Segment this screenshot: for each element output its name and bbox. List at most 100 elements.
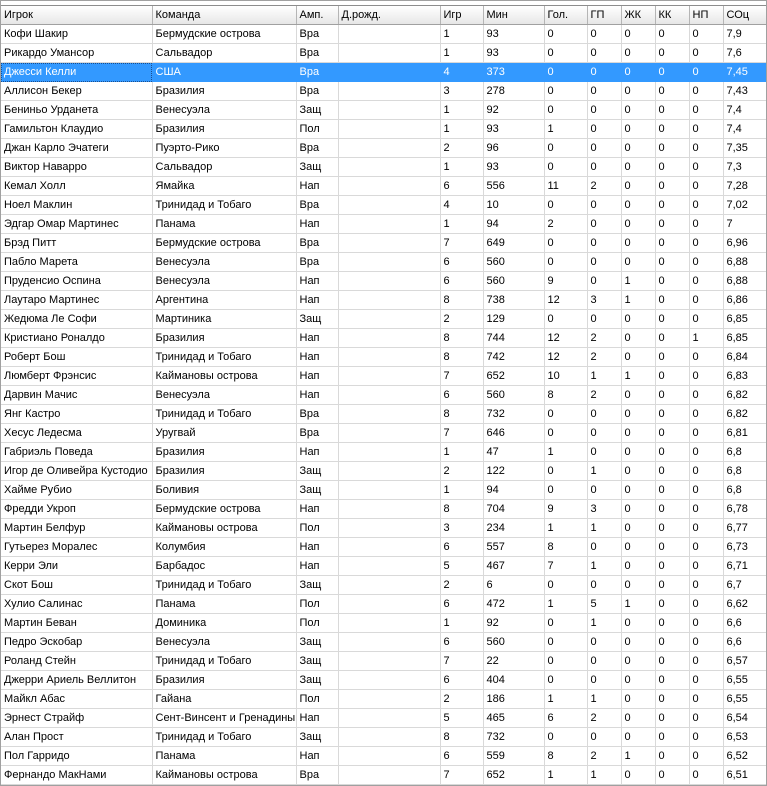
cell-red-cards: 0	[655, 81, 690, 101]
cell-player: Джесси Келли	[1, 62, 153, 82]
cell-team: Аргентина	[152, 290, 297, 310]
cell-yellow-cards: 0	[621, 309, 656, 329]
table-row[interactable]: Кемал Холл Ямайка Нап 6 556 11 2 0 0 0 7,28	[1, 176, 766, 196]
table-row[interactable]: Габриэль Поведа Бразилия Нап 1 47 1 0 0 0 0 6,8	[1, 442, 766, 462]
table-row[interactable]: Жедюма Ле Софи Мартиника Защ 2 129 0 0 0 0 0 6,85	[1, 309, 766, 329]
table-row[interactable]: Игор де Оливейра Кустодио Бразилия Защ 2 122…	[1, 461, 766, 481]
table-row[interactable]: Гутьерез Моралес Колумбия Нап 6 557 8 0 0 0 0 6,73	[1, 537, 766, 557]
table-row[interactable]: Хесус Ледесма Уругвай Вра 7 646 0 0 0 0 0 6,81	[1, 423, 766, 443]
cell-goals: 0	[544, 233, 588, 253]
cell-games: 8	[440, 727, 484, 747]
column-header-team[interactable]: Команда	[152, 6, 297, 25]
table-row[interactable]: Янг Кастро Тринидад и Тобаго Вра 8 732 0 0 0 0 0 6…	[1, 404, 766, 424]
table-row[interactable]: Кофи Шакир Бермудские острова Вра 1 93 0 0 0 0 0 7…	[1, 24, 766, 44]
table-row[interactable]: Джан Карло Эчатеги Пуэрто-Рико Вра 2 96 0 0 0 0 0…	[1, 138, 766, 158]
column-header-birth-date[interactable]: Д.рожд.	[338, 6, 441, 25]
table-row[interactable]: Пабло Марета Венесуэла Вра 6 560 0 0 0 0 0 6,88	[1, 252, 766, 272]
table-row[interactable]: Алан Прост Тринидад и Тобаго Защ 8 732 0 0 0 0 0 6…	[1, 727, 766, 747]
cell-birth-date	[338, 594, 441, 614]
table-row[interactable]: Педро Эскобар Венесуэла Защ 6 560 0 0 0 0 0 6,6	[1, 632, 766, 652]
table-row[interactable]: Лаутаро Мартинес Аргентина Нап 8 738 12 3 1 0 0 6,…	[1, 290, 766, 310]
cell-games: 6	[440, 632, 484, 652]
table-body: Кофи Шакир Бермудские острова Вра 1 93 0 0 0 0 0 7…	[1, 24, 766, 785]
cell-goals: 12	[544, 347, 588, 367]
table-row[interactable]: Пол Гарридо Панама Нап 6 559 8 2 1 0 0 6,52	[1, 746, 766, 766]
cell-games: 8	[440, 290, 484, 310]
cell-minutes: 467	[483, 556, 545, 576]
cell-birth-date	[338, 632, 441, 652]
table-row[interactable]: Бениньо Урданета Венесуэла Защ 1 92 0 0 0 0 0 7,4	[1, 100, 766, 120]
cell-minutes: 738	[483, 290, 545, 310]
cell-goals: 0	[544, 575, 588, 595]
cell-avg-rating: 7,6	[723, 43, 766, 63]
cell-minutes: 649	[483, 233, 545, 253]
column-header-red-cards[interactable]: КК	[655, 6, 690, 25]
cell-games: 6	[440, 594, 484, 614]
column-header-goals[interactable]: Гол.	[544, 6, 588, 25]
cell-team: Тринидад и Тобаго	[152, 404, 297, 424]
table-row[interactable]: Скот Бош Тринидад и Тобаго Защ 2 6 0 0 0 0 0 6,7	[1, 575, 766, 595]
column-header-avg-rating[interactable]: СОц	[723, 6, 766, 25]
table-row[interactable]: Майкл Абас Гайана Пол 2 186 1 1 0 0 0 6,55	[1, 689, 766, 709]
cell-goals: 1	[544, 765, 588, 785]
table-row[interactable]: Брэд Питт Бермудские острова Вра 7 649 0 0 0 0 0 6…	[1, 233, 766, 253]
table-row[interactable]: Роланд Стейн Тринидад и Тобаго Защ 7 22 0 0 0 0 0…	[1, 651, 766, 671]
cell-yellow-cards: 1	[621, 290, 656, 310]
table-row[interactable]: Эрнест Страйф Сент-Винсент и Гренадины Нап…	[1, 708, 766, 728]
table-row[interactable]: Люмберт Фрэнсис Каймановы острова Нап 7 652 1…	[1, 366, 766, 386]
table-row[interactable]: Хулио Салинас Панама Пол 6 472 1 5 1 0 0 6,62	[1, 594, 766, 614]
table-row[interactable]: Мартин Белфур Каймановы острова Пол 3 234 1 1 0…	[1, 518, 766, 538]
cell-red-cards: 0	[655, 43, 690, 63]
cell-yellow-cards: 0	[621, 214, 656, 234]
table-row[interactable]: Мартин Беван Доминика Пол 1 92 0 1 0 0 0 6,6	[1, 613, 766, 633]
cell-red-cards: 0	[655, 727, 690, 747]
table-row[interactable]: Дарвин Мачис Венесуэла Нап 6 560 8 2 0 0 0 6,82	[1, 385, 766, 405]
table-row[interactable]: Роберт Бош Тринидад и Тобаго Нап 8 742 12 2 0 0 0…	[1, 347, 766, 367]
cell-goals: 0	[544, 309, 588, 329]
table-row[interactable]: Кристиано Роналдо Бразилия Нап 8 744 12 2 0 0 1 6,…	[1, 328, 766, 348]
cell-player: Ноел Маклин	[1, 195, 153, 215]
cell-team: Бермудские острова	[152, 233, 297, 253]
column-header-position[interactable]: Амп.	[296, 6, 339, 25]
table-row[interactable]: Фернандо МакНами Каймановы острова Вра 7 652…	[1, 765, 766, 785]
column-header-own-goals[interactable]: НП	[689, 6, 724, 25]
cell-team: Бермудские острова	[152, 499, 297, 519]
cell-goals: 0	[544, 252, 588, 272]
cell-avg-rating: 6,88	[723, 271, 766, 291]
cell-avg-rating: 6,53	[723, 727, 766, 747]
table-row[interactable]: Ноел Маклин Тринидад и Тобаго Вра 4 10 0 0 0 0 0 7…	[1, 195, 766, 215]
column-header-minutes[interactable]: Мин	[483, 6, 545, 25]
cell-minutes: 652	[483, 765, 545, 785]
cell-goals: 0	[544, 62, 588, 82]
table-row[interactable]: Гамильтон Клаудио Бразилия Пол 1 93 1 0 0 0 0 7,4	[1, 119, 766, 139]
cell-red-cards: 0	[655, 290, 690, 310]
cell-position: Пол	[296, 613, 339, 633]
table-row[interactable]: Фредди Укроп Бермудские острова Нап 8 704 9 3 0…	[1, 499, 766, 519]
table-row[interactable]: Эдгар Омар Мартинес Панама Нап 1 94 2 0 0 0 0 7	[1, 214, 766, 234]
cell-own-goals: 0	[689, 62, 724, 82]
cell-games: 7	[440, 651, 484, 671]
cell-assists: 0	[587, 100, 622, 120]
player-stats-grid[interactable]: Игрок Команда Амп. Д.рожд. Игр Мин Гол. ГП ЖК КК Н…	[0, 0, 767, 786]
cell-yellow-cards: 0	[621, 404, 656, 424]
cell-player: Кемал Холл	[1, 176, 153, 196]
cell-birth-date	[338, 727, 441, 747]
column-header-games[interactable]: Игр	[440, 6, 484, 25]
table-row[interactable]: Виктор Наварро Сальвадор Защ 1 93 0 0 0 0 0 7,3	[1, 157, 766, 177]
cell-avg-rating: 6,8	[723, 442, 766, 462]
column-header-player[interactable]: Игрок	[1, 6, 153, 25]
cell-player: Джерри Ариель Веллитон	[1, 670, 153, 690]
table-row[interactable]: Джерри Ариель Веллитон Бразилия Защ 6 404 0 0 0…	[1, 670, 766, 690]
column-header-yellow-cards[interactable]: ЖК	[621, 6, 656, 25]
table-row[interactable]: Рикардо Умансор Сальвадор Вра 1 93 0 0 0 0 0 7,6	[1, 43, 766, 63]
column-header-assists[interactable]: ГП	[587, 6, 622, 25]
table-row[interactable]: Аллисон Бекер Бразилия Вра 3 278 0 0 0 0 0 7,43	[1, 81, 766, 101]
cell-avg-rating: 6,52	[723, 746, 766, 766]
table-row[interactable]: Джесси Келли США Вра 4 373 0 0 0 0 0 7,45	[1, 62, 766, 82]
table-row[interactable]: Пруденсио Оспина Венесуэла Нап 6 560 9 0 1 0 0 6,8…	[1, 271, 766, 291]
table-row[interactable]: Хайме Рубио Боливия Защ 1 94 0 0 0 0 0 6,8	[1, 480, 766, 500]
cell-team: Колумбия	[152, 537, 297, 557]
table-row[interactable]: Керри Эли Барбадос Нап 5 467 7 1 0 0 0 6,71	[1, 556, 766, 576]
cell-yellow-cards: 1	[621, 366, 656, 386]
cell-team: Гайана	[152, 689, 297, 709]
